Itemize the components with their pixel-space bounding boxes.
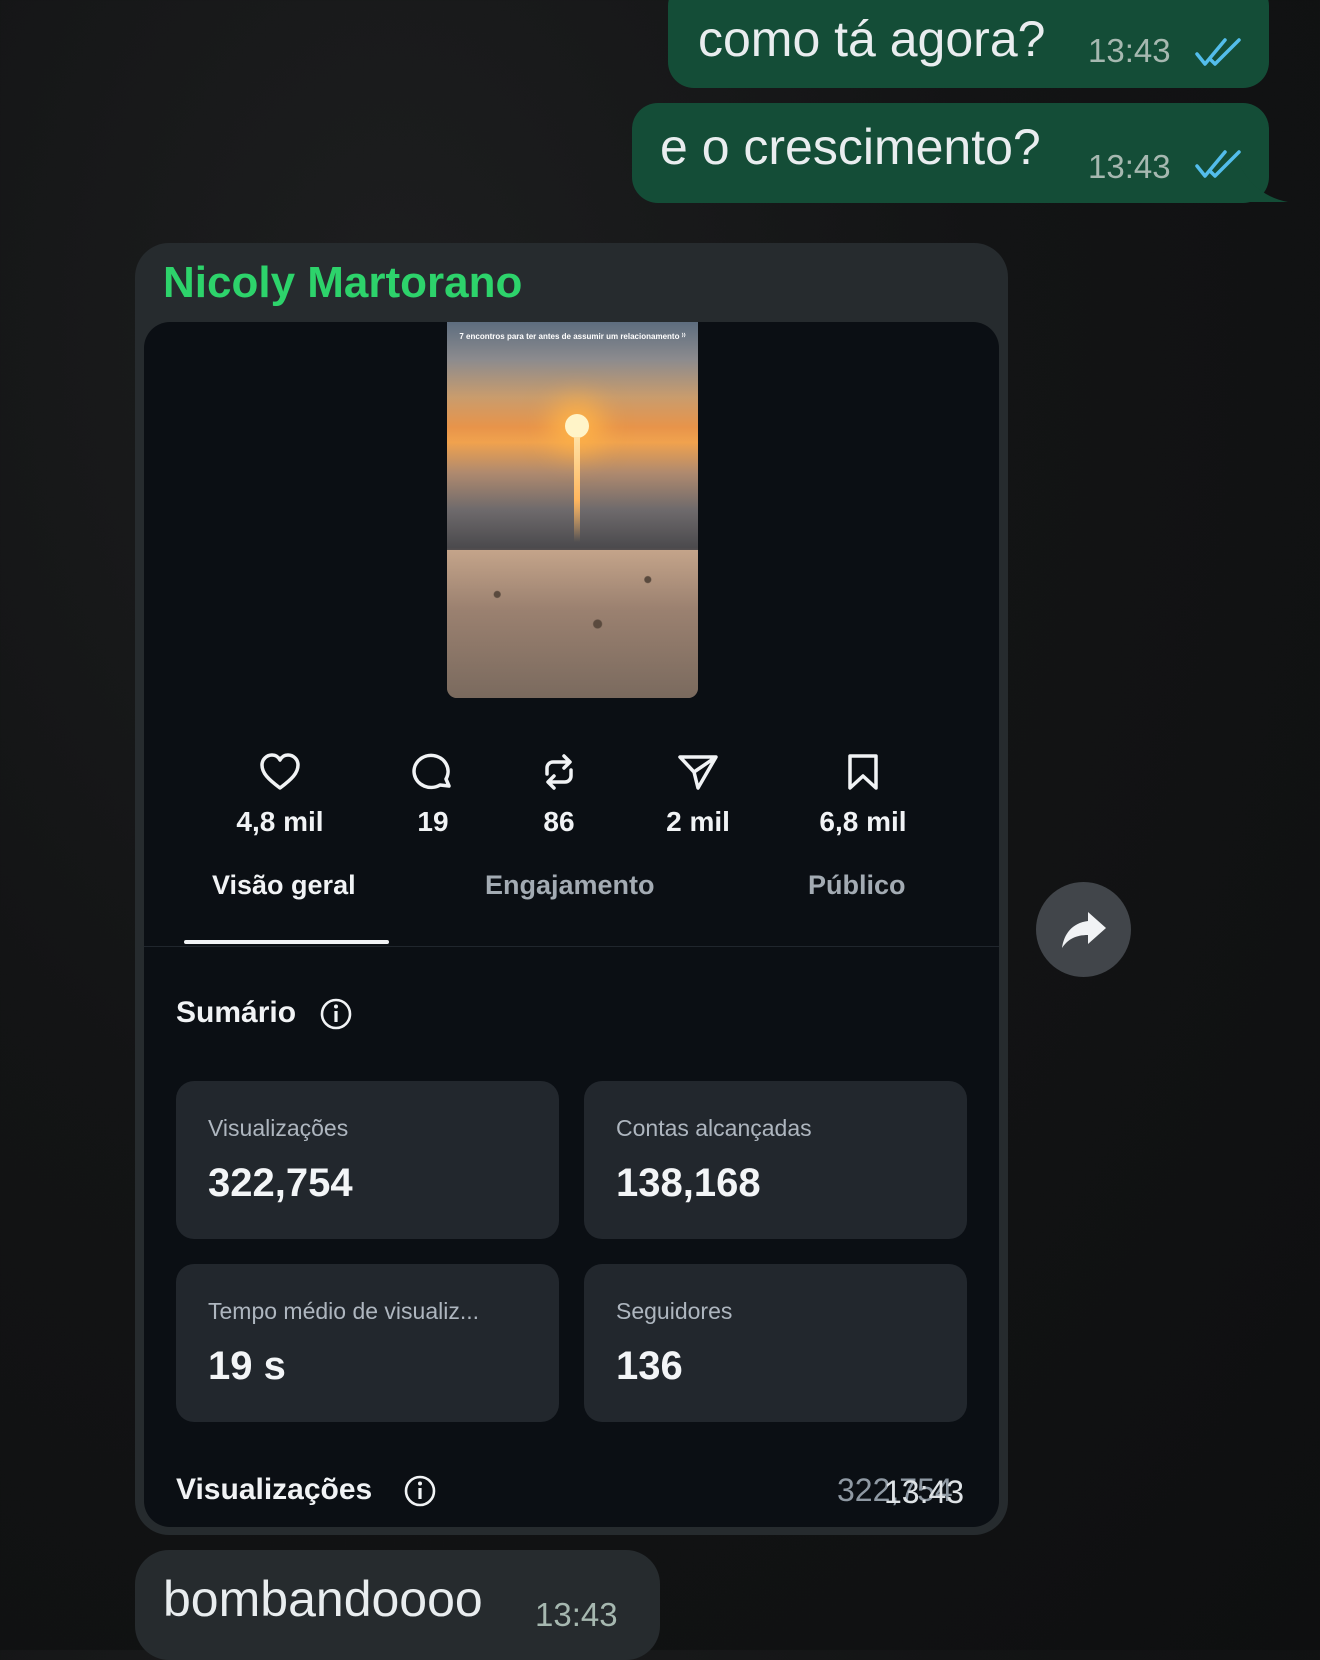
message-text: bombandoooo xyxy=(163,1571,483,1627)
repost-icon xyxy=(545,754,573,790)
active-tab-indicator xyxy=(184,940,389,944)
metric-card-views[interactable]: Visualizações 322,754 xyxy=(176,1081,559,1239)
tab-engagement[interactable]: Engajamento xyxy=(485,870,655,901)
insights-screenshot[interactable]: 7 encontros para ter antes de assumir um… xyxy=(144,322,999,1527)
stat-value: 2 mil xyxy=(666,806,730,837)
metric-card-reach[interactable]: Contas alcançadas 138,168 xyxy=(584,1081,967,1239)
message-time: 13:43 xyxy=(1088,148,1171,185)
send-icon xyxy=(678,755,718,790)
bookmark-icon xyxy=(848,754,878,790)
read-receipt-icon xyxy=(1195,38,1241,66)
comment-icon xyxy=(412,753,451,790)
stat-value: 4,8 mil xyxy=(236,806,324,837)
tab-overview[interactable]: Visão geral xyxy=(212,870,356,901)
metric-label: Contas alcançadas xyxy=(616,1115,812,1141)
message-time: 13:43 xyxy=(884,1474,965,1510)
metric-label: Tempo médio de visualiz... xyxy=(208,1298,480,1324)
outgoing-message[interactable]: e o crescimento? 13:43 xyxy=(632,103,1269,203)
message-text: e o crescimento? xyxy=(660,119,1041,175)
stat-likes: 4,8 mil xyxy=(220,752,340,838)
message-time: 13:43 xyxy=(535,1596,618,1633)
info-icon[interactable] xyxy=(403,1474,437,1508)
sender-name[interactable]: Nicoly Martorano xyxy=(163,258,522,308)
summary-title: Sumário xyxy=(176,996,297,1029)
stat-value: 19 xyxy=(417,806,449,837)
stat-comments: 19 xyxy=(373,752,493,838)
forward-button[interactable] xyxy=(1036,882,1131,977)
views-title: Visualizações xyxy=(176,1473,373,1506)
metric-value: 138,168 xyxy=(616,1161,761,1205)
metric-label: Seguidores xyxy=(616,1298,733,1324)
stat-value: 6,8 mil xyxy=(819,806,907,837)
metric-value: 136 xyxy=(616,1344,683,1388)
metric-label: Visualizações xyxy=(208,1115,349,1141)
info-icon[interactable] xyxy=(319,997,353,1031)
tab-audience[interactable]: Público xyxy=(808,870,906,901)
heart-icon xyxy=(260,753,300,790)
reel-thumbnail[interactable]: 7 encontros para ter antes de assumir um… xyxy=(447,322,698,698)
metric-value: 322,754 xyxy=(208,1161,353,1205)
sun-reflection xyxy=(574,437,580,542)
stat-shares: 2 mil xyxy=(638,752,758,838)
beach-sand xyxy=(447,550,698,698)
read-receipt-icon xyxy=(1195,150,1241,178)
message-text: como tá agora? xyxy=(698,11,1046,67)
incoming-message[interactable]: bombandoooo 13:43 xyxy=(135,1550,660,1660)
metric-card-followers[interactable]: Seguidores 136 xyxy=(584,1264,967,1422)
stat-value: 86 xyxy=(543,806,575,837)
outgoing-message[interactable]: como tá agora? 13:43 xyxy=(668,0,1269,88)
sun xyxy=(565,414,589,438)
metric-card-watch-time[interactable]: Tempo médio de visualiz... 19 s xyxy=(176,1264,559,1422)
bubble-tail xyxy=(1240,166,1288,202)
forward-arrow-icon xyxy=(1062,912,1106,948)
stat-reposts: 86 xyxy=(499,752,619,838)
message-time: 13:43 xyxy=(1088,32,1171,69)
tabs-divider xyxy=(144,946,999,947)
metric-value: 19 s xyxy=(208,1344,286,1388)
thumbnail-caption: 7 encontros para ter antes de assumir um… xyxy=(459,332,686,341)
stat-saves: 6,8 mil xyxy=(803,752,923,838)
